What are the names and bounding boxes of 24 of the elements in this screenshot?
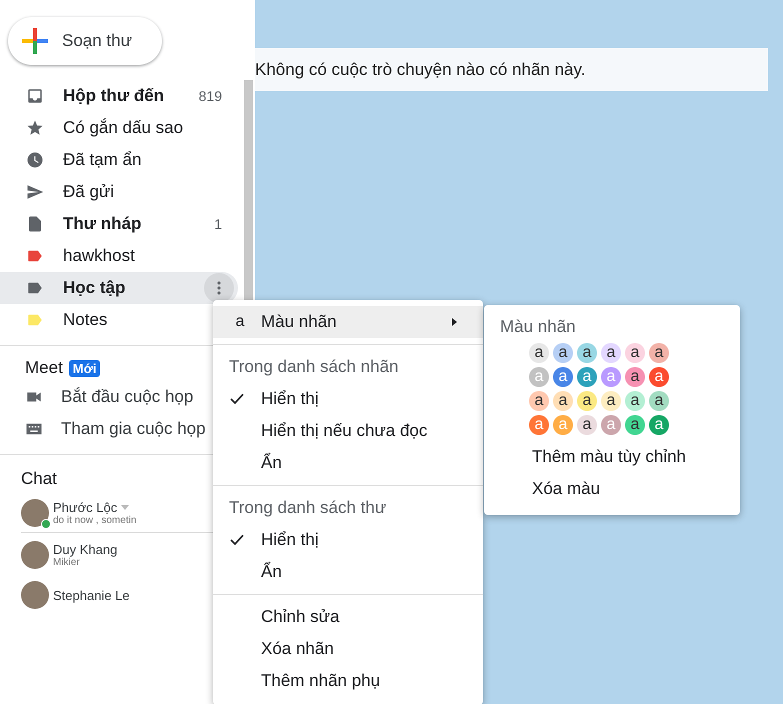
- menu-section-title: Trong danh sách nhãn: [228, 356, 400, 378]
- nav-label: Đã tạm ẩn: [63, 150, 142, 170]
- empty-message: Không có cuộc trò chuyện nào có nhãn này.: [255, 48, 768, 91]
- contact-status: do it now , sometin: [53, 514, 136, 526]
- menu-section-title: Trong danh sách thư: [228, 497, 388, 519]
- nav-label: Có gắn dấu sao: [63, 118, 184, 138]
- nav-label: Học tập: [63, 278, 126, 298]
- meet-label: Bắt đầu cuộc họp: [61, 387, 194, 407]
- nav-label: Hộp thư đến: [63, 86, 166, 106]
- contact-status: Mikier: [53, 557, 81, 568]
- submenu-title: Màu nhãn: [499, 317, 577, 338]
- meet-label: Tham gia cuộc họp: [61, 419, 206, 439]
- nav-label: Thư nháp: [63, 214, 142, 234]
- unread-count: 1: [214, 216, 222, 232]
- section-title: Meet: [25, 358, 63, 378]
- contact-name: Duy Khang: [53, 542, 118, 557]
- nav-label: hawkhost: [63, 246, 136, 266]
- section-title: Chat: [21, 469, 58, 489]
- contact-name: Phước Lộc: [53, 500, 118, 514]
- nav-label: Đã gửi: [63, 182, 116, 202]
- contact-name: Stephanie Le: [53, 588, 130, 602]
- unread-count: 819: [198, 88, 222, 104]
- new-badge: Mới: [68, 360, 100, 376]
- nav-label: Notes: [63, 310, 108, 330]
